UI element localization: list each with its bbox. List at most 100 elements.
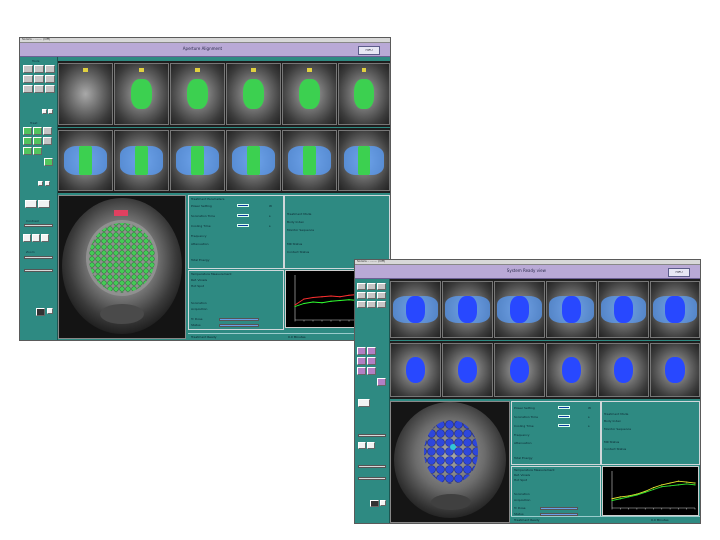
treat-mode-button-3[interactable] — [357, 357, 366, 365]
sagittal-thumbnail[interactable] — [494, 281, 545, 338]
sagittal-thumbnail[interactable] — [650, 281, 700, 338]
treat-mode-button-5[interactable] — [357, 367, 366, 375]
overlay-toggle-button[interactable] — [38, 200, 50, 208]
axial-thumbnail[interactable] — [650, 343, 700, 397]
nav-center-button[interactable] — [32, 234, 40, 242]
treat-mode-button-4[interactable] — [367, 357, 376, 365]
sagittal-thumbnail[interactable] — [546, 281, 597, 338]
axial-thumbnail[interactable] — [546, 343, 597, 397]
axial-thumbnail[interactable] — [494, 343, 545, 397]
cursor-tool-button[interactable] — [23, 85, 33, 93]
pan-tool-button[interactable] — [377, 283, 386, 290]
pan-tool-button[interactable] — [45, 65, 55, 73]
sagittal-thumbnail[interactable] — [338, 130, 390, 191]
param-value-field[interactable] — [237, 224, 249, 227]
camera-button[interactable] — [370, 500, 379, 507]
select-tool-button[interactable] — [357, 292, 366, 299]
treat-mode-button-4[interactable] — [23, 137, 32, 145]
treat-mode-button-2[interactable] — [367, 347, 376, 355]
erase-tool-button[interactable] — [377, 301, 386, 308]
axial-thumbnail[interactable] — [390, 343, 441, 397]
camera-button[interactable] — [36, 308, 45, 316]
param-value-field[interactable] — [237, 214, 249, 217]
axial-thumbnail[interactable] — [226, 63, 281, 125]
treat-mode-button-6[interactable] — [43, 137, 52, 145]
arrow-small-button[interactable] — [42, 109, 47, 114]
treat-mode-button-8[interactable] — [33, 147, 42, 155]
pointer-tool-button[interactable] — [357, 283, 366, 290]
cursor-tool-button[interactable] — [357, 301, 366, 308]
zoom-slider-2[interactable] — [24, 269, 53, 272]
arrow-small-button-3[interactable] — [38, 181, 43, 186]
axial-thumbnail[interactable] — [58, 63, 113, 125]
zoom-tool-button[interactable] — [367, 283, 376, 290]
param-value-field[interactable] — [237, 204, 249, 207]
treat-mode-button-6[interactable] — [367, 367, 376, 375]
erase-tool-button[interactable] — [45, 85, 55, 93]
series-2-point — [628, 496, 630, 498]
param-value-field[interactable] — [558, 415, 570, 418]
measure-tool-button[interactable] — [34, 75, 44, 83]
zoom-slider-1[interactable] — [24, 256, 53, 259]
sagittal-thumbnail-strip — [58, 128, 390, 193]
measure-tool-button[interactable] — [367, 292, 376, 299]
sagittal-thumbnail[interactable] — [58, 130, 113, 191]
param-unit: W — [588, 406, 591, 410]
arrow-small-button-4[interactable] — [45, 181, 50, 186]
zoom-slider-2[interactable] — [358, 477, 386, 480]
sagittal-thumbnail[interactable] — [390, 281, 441, 338]
status-label: Monitor Sequence — [604, 427, 632, 431]
sagittal-thumbnail[interactable] — [114, 130, 169, 191]
nav-left-button[interactable] — [358, 442, 366, 449]
treat-mode-button-2[interactable] — [33, 127, 42, 135]
nav-left-button[interactable] — [23, 234, 31, 242]
contour-tool-button[interactable] — [367, 301, 376, 308]
small-toggle-button[interactable] — [380, 500, 386, 506]
axial-thumbnail[interactable] — [338, 63, 390, 125]
param-value-field[interactable] — [558, 406, 570, 409]
nav-right-button[interactable] — [41, 234, 49, 242]
arrow-small-button-2[interactable] — [48, 109, 53, 114]
axial-thumbnail[interactable] — [282, 63, 337, 125]
small-toggle-button[interactable] — [47, 308, 53, 314]
zoom-tool-button[interactable] — [34, 65, 44, 73]
treat-go-button[interactable] — [44, 158, 53, 166]
treatment-overlay — [130, 79, 153, 109]
nav-center-button[interactable] — [367, 442, 375, 449]
param-value-field[interactable] — [558, 424, 570, 427]
treatment-overlay — [191, 145, 204, 176]
sagittal-thumbnail[interactable] — [598, 281, 649, 338]
contour-tool-button[interactable] — [34, 85, 44, 93]
series-1-point — [348, 294, 350, 296]
treat-mode-button-7[interactable] — [23, 147, 32, 155]
axial-thumbnail[interactable] — [442, 343, 493, 397]
sagittal-thumbnail[interactable] — [282, 130, 337, 191]
treat-mode-button-5[interactable] — [33, 137, 42, 145]
pointer-tool-button[interactable] — [23, 65, 33, 73]
sagittal-thumbnail[interactable] — [170, 130, 225, 191]
bottom-label: Tc Dose — [514, 506, 526, 510]
hifu-button[interactable]: HIFU — [668, 268, 690, 277]
main-mri-view[interactable] — [58, 195, 186, 339]
series-2-point — [694, 484, 696, 486]
contrast-slider[interactable] — [358, 434, 386, 437]
axial-thumbnail[interactable] — [114, 63, 169, 125]
treatment-overlay — [186, 79, 209, 109]
main-mri-view[interactable] — [390, 401, 510, 523]
sagittal-thumbnail[interactable] — [226, 130, 281, 191]
sagittal-thumbnail[interactable] — [442, 281, 493, 338]
hifu-button[interactable]: HIFU — [358, 46, 380, 55]
select-tool-button[interactable] — [23, 75, 33, 83]
treat-mode-button-1[interactable] — [23, 127, 32, 135]
grid-toggle-button[interactable] — [25, 200, 37, 208]
treat-mode-button-1[interactable] — [357, 347, 366, 355]
treat-go-button[interactable] — [377, 378, 386, 386]
rotate-tool-button[interactable] — [45, 75, 55, 83]
axial-thumbnail[interactable] — [170, 63, 225, 125]
zoom-slider-1[interactable] — [358, 465, 386, 468]
grid-toggle-button[interactable] — [358, 399, 370, 407]
contrast-slider[interactable] — [24, 224, 53, 227]
treat-mode-button-3[interactable] — [43, 127, 52, 135]
rotate-tool-button[interactable] — [377, 292, 386, 299]
axial-thumbnail[interactable] — [598, 343, 649, 397]
